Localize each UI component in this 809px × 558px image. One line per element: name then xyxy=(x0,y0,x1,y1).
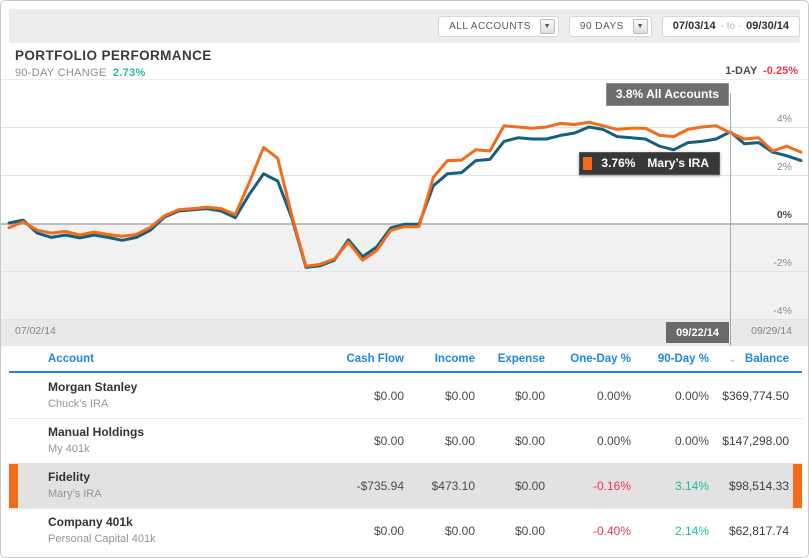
value-cell: -0.40% xyxy=(545,524,631,538)
value-cell: -0.16% xyxy=(545,479,631,493)
account-subtitle: Mary’s IRA xyxy=(48,487,324,502)
table-row[interactable]: Manual HoldingsMy 401k$0.00$0.00$0.000.0… xyxy=(9,418,802,463)
y-axis-tick: 2% xyxy=(777,161,792,174)
column-header-account[interactable]: Account xyxy=(48,353,324,365)
account-name: Company 401k xyxy=(48,515,324,530)
marys-ira-tooltip-label: Mary’s IRA xyxy=(647,156,709,170)
column-header-90-day-[interactable]: 90-Day % xyxy=(631,353,709,365)
series-line-mary-s-ira xyxy=(9,122,801,266)
date-range-picker[interactable]: 07/03/14 - to - 09/30/14 xyxy=(662,16,800,37)
chevron-down-icon[interactable]: ▼ xyxy=(540,19,555,34)
column-header-one-day-[interactable]: One-Day % xyxy=(545,353,631,365)
value-cell: -$735.94 xyxy=(324,479,404,493)
value-cell: $147,298.00 xyxy=(709,434,789,448)
table-row[interactable]: Fidelity Mary’s IRA-$735.94$473.10$0.00-0… xyxy=(9,463,802,508)
value-cell: $0.00 xyxy=(404,434,475,448)
account-name: Manual Holdings xyxy=(48,425,324,440)
sort-chevron-icon: ⌄ xyxy=(729,354,737,365)
chart-header: PORTFOLIO PERFORMANCE 90-DAY CHANGE 2.73… xyxy=(15,48,212,79)
one-day-value: -0.25% xyxy=(763,65,798,77)
value-cell: $0.00 xyxy=(404,524,475,538)
value-cell: 0.00% xyxy=(545,434,631,448)
cursor-date-badge: 09/22/14 xyxy=(666,322,729,343)
series-line-all-accounts xyxy=(9,127,801,267)
table-header: AccountCash FlowIncomeExpenseOne-Day %90… xyxy=(9,346,802,373)
ninety-day-change-label: 90-DAY CHANGE xyxy=(15,67,107,79)
portfolio-performance-widget: ALL ACCOUNTS ▼ 90 DAYS ▼ 07/03/14 - to -… xyxy=(0,0,809,558)
range-dropdown[interactable]: 90 DAYS ▼ xyxy=(569,16,652,37)
y-axis-tick: -2% xyxy=(773,257,792,270)
account-subtitle: Personal Capital 401k xyxy=(48,532,324,547)
value-cell: 0.00% xyxy=(545,389,631,403)
value-cell: $0.00 xyxy=(475,434,545,448)
y-axis-tick: 0% xyxy=(777,209,792,222)
x-axis-start-date: 07/02/14 xyxy=(15,325,56,337)
accounts-table: AccountCash FlowIncomeExpenseOne-Day %90… xyxy=(9,346,802,553)
accounts-dropdown[interactable]: ALL ACCOUNTS ▼ xyxy=(438,16,559,37)
column-header-income[interactable]: Income xyxy=(404,353,475,365)
value-cell: $0.00 xyxy=(475,389,545,403)
value-cell: $98,514.33 xyxy=(709,479,789,493)
account-name: Fidelity xyxy=(48,470,324,485)
marys-ira-tooltip-value: 3.76% xyxy=(601,156,635,170)
chart-cursor-line xyxy=(730,93,731,346)
accounts-dropdown-label: ALL ACCOUNTS xyxy=(449,21,531,32)
series-swatch-icon xyxy=(583,157,592,170)
y-axis-tick: -4% xyxy=(773,305,792,318)
value-cell: $0.00 xyxy=(324,434,404,448)
ninety-day-change-value: 2.73% xyxy=(113,67,146,79)
chevron-down-icon[interactable]: ▼ xyxy=(633,19,648,34)
date-to: 09/30/14 xyxy=(746,20,789,32)
value-cell: 0.00% xyxy=(631,434,709,448)
all-accounts-tooltip-label: All Accounts xyxy=(646,87,719,101)
value-cell: $0.00 xyxy=(475,479,545,493)
date-from: 07/03/14 xyxy=(673,20,716,32)
marys-ira-tooltip: 3.76% Mary’s IRA xyxy=(579,152,720,175)
one-day-label: 1-DAY xyxy=(725,65,757,77)
chart-title: PORTFOLIO PERFORMANCE xyxy=(15,48,212,63)
all-accounts-tooltip-value: 3.8% xyxy=(616,87,643,101)
account-subtitle: My 401k xyxy=(48,442,324,457)
toolbar: ALL ACCOUNTS ▼ 90 DAYS ▼ 07/03/14 - to -… xyxy=(9,9,800,43)
value-cell: $0.00 xyxy=(404,389,475,403)
column-header-cash-flow[interactable]: Cash Flow xyxy=(324,353,404,365)
account-cell: Manual Holdings My 401k xyxy=(48,425,324,457)
column-header-balance[interactable]: ⌄Balance xyxy=(709,353,789,365)
value-cell: $62,817.74 xyxy=(709,524,789,538)
value-cell: 0.00% xyxy=(631,389,709,403)
performance-chart[interactable]: PORTFOLIO PERFORMANCE 90-DAY CHANGE 2.73… xyxy=(1,43,808,346)
table-row[interactable]: Morgan StanleyChuck’s IRA$0.00$0.00$0.00… xyxy=(9,373,802,418)
account-cell: Company 401k Personal Capital 401k xyxy=(48,515,324,547)
date-separator: - to - xyxy=(721,21,742,32)
one-day-change: 1-DAY -0.25% xyxy=(725,65,798,77)
table-row[interactable]: Company 401kPersonal Capital 401k$0.00$0… xyxy=(9,508,802,553)
column-header-expense[interactable]: Expense xyxy=(475,353,545,365)
account-cell: Morgan Stanley Chuck’s IRA xyxy=(48,380,324,412)
value-cell: $0.00 xyxy=(324,389,404,403)
account-name: Morgan Stanley xyxy=(48,380,324,395)
value-cell: $473.10 xyxy=(404,479,475,493)
account-cell: Fidelity Mary’s IRA xyxy=(48,470,324,502)
value-cell: $0.00 xyxy=(324,524,404,538)
ninety-day-change: 90-DAY CHANGE 2.73% xyxy=(15,67,212,79)
value-cell: $369,774.50 xyxy=(709,389,789,403)
value-cell: 3.14% xyxy=(631,479,709,493)
range-dropdown-label: 90 DAYS xyxy=(580,21,624,32)
value-cell: 2.14% xyxy=(631,524,709,538)
value-cell: $0.00 xyxy=(475,524,545,538)
y-axis-tick: 4% xyxy=(777,113,792,126)
all-accounts-tooltip: 3.8% All Accounts xyxy=(606,83,729,106)
x-axis-end-date: 09/29/14 xyxy=(751,325,792,337)
account-subtitle: Chuck’s IRA xyxy=(48,397,324,412)
